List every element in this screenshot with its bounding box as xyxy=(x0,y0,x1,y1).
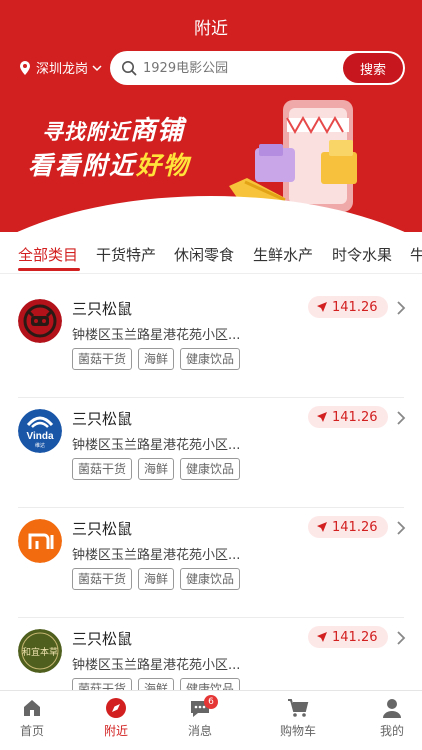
shop-address: 钟楼区玉兰路星港花苑小区... xyxy=(72,328,241,343)
shop-tag: 海鲜 xyxy=(138,348,175,370)
shop-tag: 海鲜 xyxy=(138,568,175,590)
search-button[interactable]: 搜索 xyxy=(343,53,403,83)
shop-tags: 菌菇干货 海鲜 健康饮品 xyxy=(72,568,241,590)
location-pin-icon xyxy=(20,60,30,75)
search-bar: 搜索 xyxy=(110,51,405,85)
squirrel-logo xyxy=(18,299,62,343)
shop-tags: 菌菇干货 海鲜 健康饮品 xyxy=(72,458,241,480)
mi-logo xyxy=(18,519,62,563)
tab-label: 消息 xyxy=(187,724,212,738)
banner-slogan-line2: 看看附近好物 xyxy=(28,146,190,182)
tab-label: 我的 xyxy=(379,724,404,738)
search-input[interactable] xyxy=(143,60,323,76)
chevron-right-icon[interactable] xyxy=(396,520,406,536)
shop-name: 三只松鼠 xyxy=(72,410,133,428)
distance-badge: 141.26 xyxy=(308,516,388,538)
tab-messages[interactable]: 6 消息 xyxy=(170,695,230,739)
shop-tags: 菌菇干货 海鲜 健康饮品 xyxy=(72,348,241,370)
location-label: 深圳龙岗 xyxy=(36,62,89,77)
shop-address: 钟楼区玉兰路星港花苑小区... xyxy=(72,438,241,453)
distance-badge: 141.26 xyxy=(308,296,388,318)
slogan1-highlight: 商铺 xyxy=(130,116,185,146)
search-icon xyxy=(121,60,137,76)
slogan1-prefix: 寻找附近 xyxy=(42,120,130,144)
chevron-right-icon[interactable] xyxy=(396,300,406,316)
vinda-logo-subtext: 维达 xyxy=(35,442,45,449)
shop-tag: 健康饮品 xyxy=(180,458,241,480)
shop-address: 钟楼区玉兰路星港花苑小区... xyxy=(72,548,241,563)
category-tab-snacks[interactable]: 休闲零食 xyxy=(174,244,234,265)
tea-logo: 和宜本草 xyxy=(18,629,62,673)
category-tab-all[interactable]: 全部类目 xyxy=(18,244,78,265)
distance-value: 141.26 xyxy=(332,409,378,425)
shop-tag: 海鲜 xyxy=(138,458,175,480)
distance-badge: 141.26 xyxy=(308,406,388,428)
location-selector[interactable]: 深圳龙岗 xyxy=(18,58,102,77)
shop-name: 三只松鼠 xyxy=(72,630,133,648)
category-tab-more[interactable]: 牛 xyxy=(410,244,422,265)
chevron-right-icon[interactable] xyxy=(396,410,406,426)
tab-label: 附近 xyxy=(103,724,128,738)
cart-icon xyxy=(288,699,309,717)
page-title: 附近 xyxy=(194,19,228,39)
navigation-arrow-icon xyxy=(317,302,327,312)
shop-tag: 菌菇干货 xyxy=(72,458,133,480)
bottom-tab-bar: 首页 附近 6 消息 购物车 我的 xyxy=(0,690,422,750)
compass-icon xyxy=(106,698,126,718)
distance-value: 141.26 xyxy=(332,629,378,645)
tab-cart[interactable]: 购物车 xyxy=(268,697,328,739)
navigation-arrow-icon xyxy=(317,632,327,642)
category-tab-dried[interactable]: 干货特产 xyxy=(96,244,156,265)
shop-tag: 健康饮品 xyxy=(180,568,241,590)
user-icon xyxy=(383,699,401,718)
vinda-logo-text: Vinda xyxy=(26,431,53,442)
slogan2-prefix: 看看附近 xyxy=(28,151,137,180)
category-tabs: 全部类目 干货特产 休闲零食 生鲜水产 时令水果 牛 xyxy=(0,240,422,274)
slogan2-highlight: 好物 xyxy=(136,151,191,180)
distance-value: 141.26 xyxy=(332,299,378,315)
shop-address: 钟楼区玉兰路星港花苑小区... xyxy=(72,658,241,673)
category-tab-fruit[interactable]: 时令水果 xyxy=(332,244,392,265)
shop-tag: 菌菇干货 xyxy=(72,568,133,590)
tab-label: 首页 xyxy=(19,724,44,738)
navigation-arrow-icon xyxy=(317,522,327,532)
navigation-arrow-icon xyxy=(317,412,327,422)
distance-badge: 141.26 xyxy=(308,626,388,648)
tab-profile[interactable]: 我的 xyxy=(362,697,422,739)
message-badge: 6 xyxy=(204,695,218,709)
shop-list-item[interactable]: 三只松鼠 钟楼区玉兰路星港花苑小区... 菌菇干货 海鲜 健康饮品 141.26 xyxy=(0,508,422,618)
home-icon xyxy=(24,700,40,716)
tab-home[interactable]: 首页 xyxy=(2,697,62,739)
shop-name: 三只松鼠 xyxy=(72,520,133,538)
header-banner: 附近 深圳龙岗 搜索 寻找附近商铺 看看附近好物 xyxy=(0,0,422,232)
tab-nearby[interactable]: 附近 xyxy=(86,697,146,739)
chevron-right-icon[interactable] xyxy=(396,630,406,646)
category-tab-seafood[interactable]: 生鲜水产 xyxy=(253,244,313,265)
shop-list-item[interactable]: 三只松鼠 钟楼区玉兰路星港花苑小区... 菌菇干货 海鲜 健康饮品 141.26 xyxy=(0,288,422,398)
shop-tag: 健康饮品 xyxy=(180,348,241,370)
shop-list-item[interactable]: Vinda 维达 三只松鼠 钟楼区玉兰路星港花苑小区... 菌菇干货 海鲜 健康… xyxy=(0,398,422,508)
shop-tag: 菌菇干货 xyxy=(72,348,133,370)
distance-value: 141.26 xyxy=(332,519,378,535)
banner-slogan-line1: 寻找附近商铺 xyxy=(42,110,184,147)
vinda-logo: Vinda 维达 xyxy=(18,409,62,453)
tea-logo-text: 和宜本草 xyxy=(22,646,58,658)
shop-name: 三只松鼠 xyxy=(72,300,133,318)
tab-label: 购物车 xyxy=(279,724,316,738)
chevron-down-icon xyxy=(92,64,102,71)
active-tab-indicator xyxy=(18,268,80,271)
